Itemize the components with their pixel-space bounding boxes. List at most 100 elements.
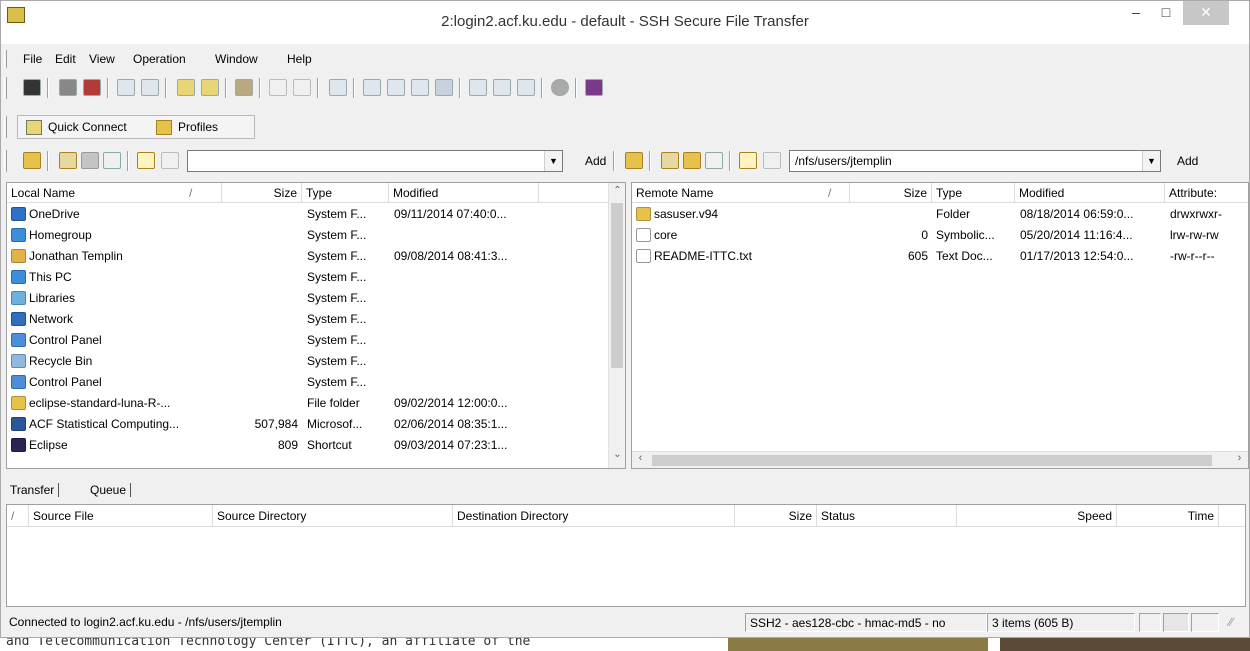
menu-operation[interactable]: Operation: [133, 52, 186, 66]
local-add-button[interactable]: Add: [581, 151, 610, 171]
settings-icon[interactable]: [235, 79, 253, 96]
local-file-list[interactable]: Local Name / Size Type Modified OneDrive S…: [6, 182, 626, 469]
local-scroll-thumb[interactable]: [611, 203, 623, 368]
scroll-left-icon[interactable]: ‹: [632, 452, 649, 468]
tab-transfer[interactable]: Transfer: [6, 483, 60, 497]
remote-file-row[interactable]: core 0 Symbolic... 05/20/2014 11:16:4... lrw…: [632, 225, 1248, 246]
local-file-row[interactable]: Recycle Bin System F...: [7, 351, 625, 372]
local-file-row[interactable]: Control Panel System F...: [7, 372, 625, 393]
remote-new-folder-icon[interactable]: [683, 152, 701, 169]
col-source-file[interactable]: Source File: [29, 505, 213, 527]
local-home-icon[interactable]: [59, 152, 77, 169]
stop-icon[interactable]: [551, 79, 569, 96]
local-create-folder-icon[interactable]: [137, 152, 155, 169]
remote-scroll-thumb[interactable]: [652, 455, 1212, 466]
menu-view[interactable]: View: [89, 52, 115, 66]
col-destination-directory[interactable]: Destination Directory: [453, 505, 735, 527]
scroll-down-icon[interactable]: ⌄: [609, 449, 625, 466]
local-path-combo[interactable]: ▼: [187, 150, 563, 172]
remote-file-list[interactable]: Remote Name / Size Type Modified Attribut…: [631, 182, 1249, 469]
local-delete-icon[interactable]: [161, 152, 179, 169]
remote-home-icon[interactable]: [661, 152, 679, 169]
remote-refresh-icon[interactable]: [705, 152, 723, 169]
remote-file-row[interactable]: README-ITTC.txt 605 Text Doc... 01/17/2013 …: [632, 246, 1248, 267]
menu-file[interactable]: File: [23, 52, 42, 66]
scroll-right-icon[interactable]: ›: [1231, 452, 1248, 468]
close-button[interactable]: ✕: [1183, 1, 1229, 25]
col-transfer-status[interactable]: Status: [817, 505, 957, 527]
local-vertical-scrollbar[interactable]: ⌃ ⌄: [608, 183, 625, 468]
col-remote-modified[interactable]: Modified: [1015, 183, 1165, 203]
col-source-directory[interactable]: Source Directory: [213, 505, 453, 527]
paste-icon[interactable]: [141, 79, 159, 96]
toolbar-grip[interactable]: [4, 77, 7, 99]
save-icon[interactable]: [23, 79, 41, 96]
auto-mode-icon[interactable]: [517, 79, 535, 96]
title-bar[interactable]: 2:login2.acf.ku.edu - default - SSH Secu…: [1, 1, 1249, 44]
col-local-modified[interactable]: Modified: [389, 183, 539, 203]
local-file-row[interactable]: This PC System F...: [7, 267, 625, 288]
new-file-transfer-icon[interactable]: [201, 79, 219, 96]
profiles-button[interactable]: Profiles: [178, 120, 218, 134]
transfer-list[interactable]: / Source File Source Directory Destinati…: [6, 504, 1246, 607]
col-local-name[interactable]: Local Name /: [7, 183, 222, 203]
local-path-dropdown-icon[interactable]: ▼: [544, 151, 562, 171]
new-terminal-icon[interactable]: [177, 79, 195, 96]
local-file-row[interactable]: ACF Statistical Computing... 507,984 Micro…: [7, 414, 625, 435]
local-file-row[interactable]: OneDrive System F... 09/11/2014 07:40:0...: [7, 204, 625, 225]
local-file-row[interactable]: Libraries System F...: [7, 288, 625, 309]
remote-create-folder-icon[interactable]: [739, 152, 757, 169]
menubar-grip[interactable]: [4, 50, 7, 68]
col-local-size[interactable]: Size: [222, 183, 302, 203]
local-file-row[interactable]: eclipse-standard-luna-R-... File folder 09…: [7, 393, 625, 414]
small-icons-icon[interactable]: [387, 79, 405, 96]
disconnect-icon[interactable]: [83, 79, 101, 96]
connect-icon[interactable]: [59, 79, 77, 96]
help-book-icon[interactable]: [585, 79, 603, 96]
details-view-icon[interactable]: [435, 79, 453, 96]
remote-up-folder-icon[interactable]: [625, 152, 643, 169]
local-file-row[interactable]: Homegroup System F...: [7, 225, 625, 246]
remote-file-row[interactable]: sasuser.v94 Folder 08/18/2014 06:59:0... dr…: [632, 204, 1248, 225]
maximize-button[interactable]: □: [1151, 1, 1181, 25]
local-new-folder-icon[interactable]: [81, 152, 99, 169]
view-icon[interactable]: [329, 79, 347, 96]
scroll-up-icon[interactable]: ⌃: [609, 185, 625, 202]
menu-help[interactable]: Help: [287, 52, 312, 66]
remote-path-dropdown-icon[interactable]: ▼: [1142, 151, 1160, 171]
large-icons-icon[interactable]: [363, 79, 381, 96]
menu-edit[interactable]: Edit: [55, 52, 76, 66]
local-file-row[interactable]: Control Panel System F...: [7, 330, 625, 351]
local-file-row[interactable]: Eclipse 809 Shortcut 09/03/2014 07:23:1...: [7, 435, 625, 456]
copy-icon[interactable]: [117, 79, 135, 96]
remote-horizontal-scrollbar[interactable]: ‹ ›: [632, 451, 1248, 468]
col-local-type[interactable]: Type: [302, 183, 389, 203]
local-refresh-icon[interactable]: [103, 152, 121, 169]
context-help-icon[interactable]: [609, 79, 627, 96]
local-file-row[interactable]: Jonathan Templin System F... 09/08/2014 08…: [7, 246, 625, 267]
col-transfer-speed[interactable]: Speed: [957, 505, 1117, 527]
remote-delete-icon[interactable]: [763, 152, 781, 169]
remote-path-combo[interactable]: /nfs/users/jtemplin ▼: [789, 150, 1161, 172]
remote-add-button[interactable]: Add: [1173, 151, 1202, 171]
col-remote-attributes[interactable]: Attribute:: [1165, 183, 1248, 203]
col-transfer-size[interactable]: Size: [735, 505, 817, 527]
local-up-folder-icon[interactable]: [23, 152, 41, 169]
resize-grip-icon[interactable]: ∕∕: [1225, 613, 1245, 632]
quickbar-grip[interactable]: [4, 116, 7, 138]
quick-connect-button[interactable]: Quick Connect: [48, 120, 127, 134]
download-icon[interactable]: [269, 79, 287, 96]
col-remote-name[interactable]: Remote Name /: [632, 183, 850, 203]
col-remote-type[interactable]: Type: [932, 183, 1015, 203]
col-transfer-sort[interactable]: /: [7, 505, 29, 527]
col-transfer-time[interactable]: Time: [1117, 505, 1219, 527]
upload-icon[interactable]: [293, 79, 311, 96]
binary-mode-icon[interactable]: [493, 79, 511, 96]
menu-window[interactable]: Window: [215, 52, 258, 66]
ascii-mode-icon[interactable]: [469, 79, 487, 96]
local-file-row[interactable]: Network System F...: [7, 309, 625, 330]
tab-queue[interactable]: Queue: [86, 483, 132, 497]
list-view-icon[interactable]: [411, 79, 429, 96]
pathbar-grip[interactable]: [4, 150, 7, 172]
col-remote-size[interactable]: Size: [850, 183, 932, 203]
